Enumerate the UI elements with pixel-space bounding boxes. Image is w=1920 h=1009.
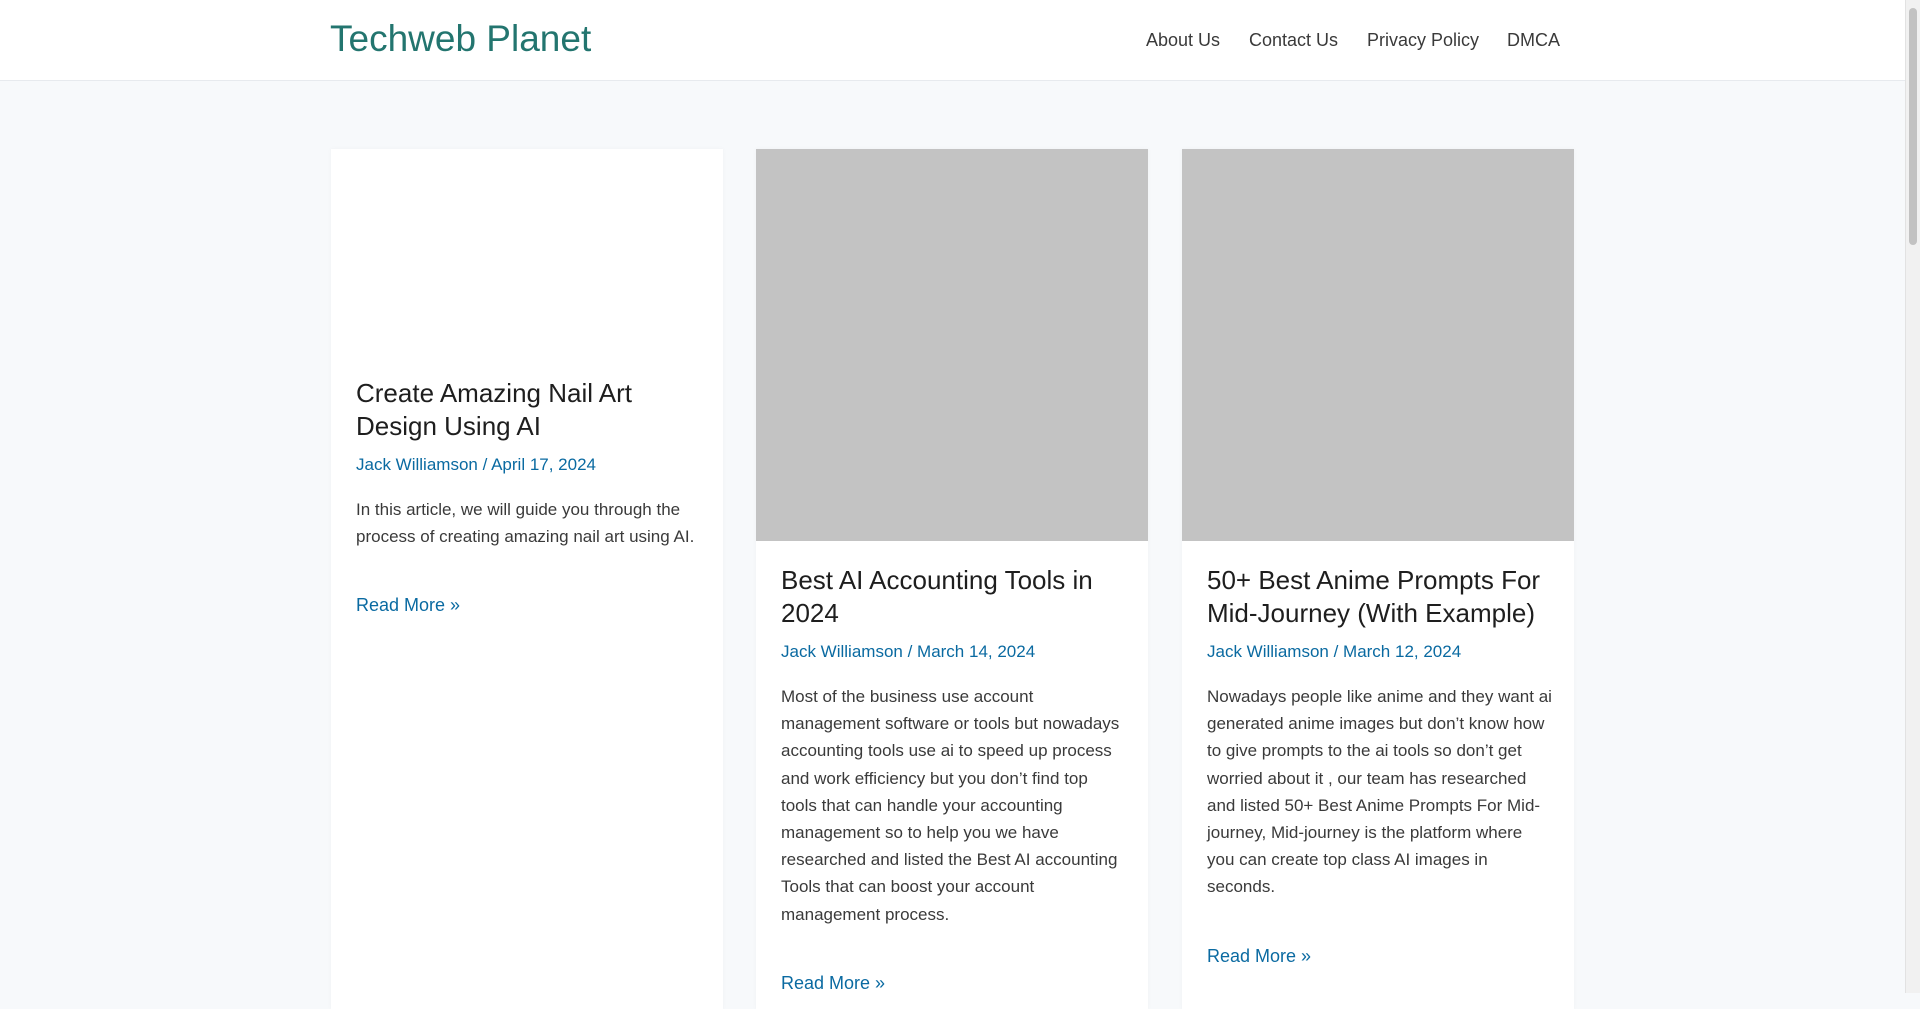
post-meta: Jack Williamson / March 12, 2024 — [1207, 639, 1552, 665]
scrollbar-thumb[interactable] — [1909, 8, 1917, 245]
post-excerpt: Nowadays people like anime and they want… — [1207, 687, 1552, 897]
post-author-link[interactable]: Jack Williamson — [781, 642, 903, 661]
post-card: Create Amazing Nail Art Design Using AI … — [331, 149, 723, 1009]
meta-separator: / — [902, 642, 918, 661]
post-card: 50+ Best Anime Prompts For Mid-Journey (… — [1182, 149, 1574, 1009]
post-card-body: Create Amazing Nail Art Design Using AI … — [356, 377, 701, 618]
post-author-link[interactable]: Jack Williamson — [1207, 642, 1329, 661]
post-title-link[interactable]: Best AI Accounting Tools in 2024 — [781, 564, 1126, 630]
post-date-link[interactable]: March 14, 2024 — [917, 642, 1035, 661]
post-thumbnail-image[interactable] — [756, 149, 1148, 541]
meta-separator: / — [477, 455, 492, 474]
meta-separator: / — [1328, 642, 1344, 661]
post-card-body: Best AI Accounting Tools in 2024 Jack Wi… — [781, 564, 1126, 996]
post-author-link[interactable]: Jack Williamson — [356, 455, 478, 474]
page-scrollbar[interactable] — [1905, 0, 1920, 993]
post-meta: Jack Williamson / March 14, 2024 — [781, 639, 1126, 665]
site-header: Techweb Planet About Us Contact Us Priva… — [0, 0, 1905, 81]
post-excerpt: Most of the business use account managem… — [781, 687, 1120, 924]
main-nav: About Us Contact Us Privacy Policy DMCA — [0, 28, 1905, 52]
read-more-link[interactable]: Read More » — [781, 970, 885, 996]
post-card: Best AI Accounting Tools in 2024 Jack Wi… — [756, 149, 1148, 1009]
nav-contact-us[interactable]: Contact Us — [1249, 28, 1338, 52]
read-more-link[interactable]: Read More » — [1207, 943, 1311, 969]
nav-privacy-policy[interactable]: Privacy Policy — [1367, 28, 1479, 52]
post-thumbnail-image[interactable] — [1182, 149, 1574, 541]
nav-about-us[interactable]: About Us — [1146, 28, 1220, 52]
post-date-link[interactable]: March 12, 2024 — [1343, 642, 1461, 661]
post-card-body: 50+ Best Anime Prompts For Mid-Journey (… — [1207, 564, 1552, 969]
post-title-link[interactable]: Create Amazing Nail Art Design Using AI — [356, 377, 701, 443]
post-excerpt: In this article, we will guide you throu… — [356, 500, 695, 547]
post-title-link[interactable]: 50+ Best Anime Prompts For Mid-Journey (… — [1207, 564, 1552, 630]
read-more-link[interactable]: Read More » — [356, 592, 460, 618]
post-meta: Jack Williamson / April 17, 2024 — [356, 452, 701, 478]
nav-dmca[interactable]: DMCA — [1507, 28, 1560, 52]
post-date-link[interactable]: April 17, 2024 — [491, 455, 596, 474]
